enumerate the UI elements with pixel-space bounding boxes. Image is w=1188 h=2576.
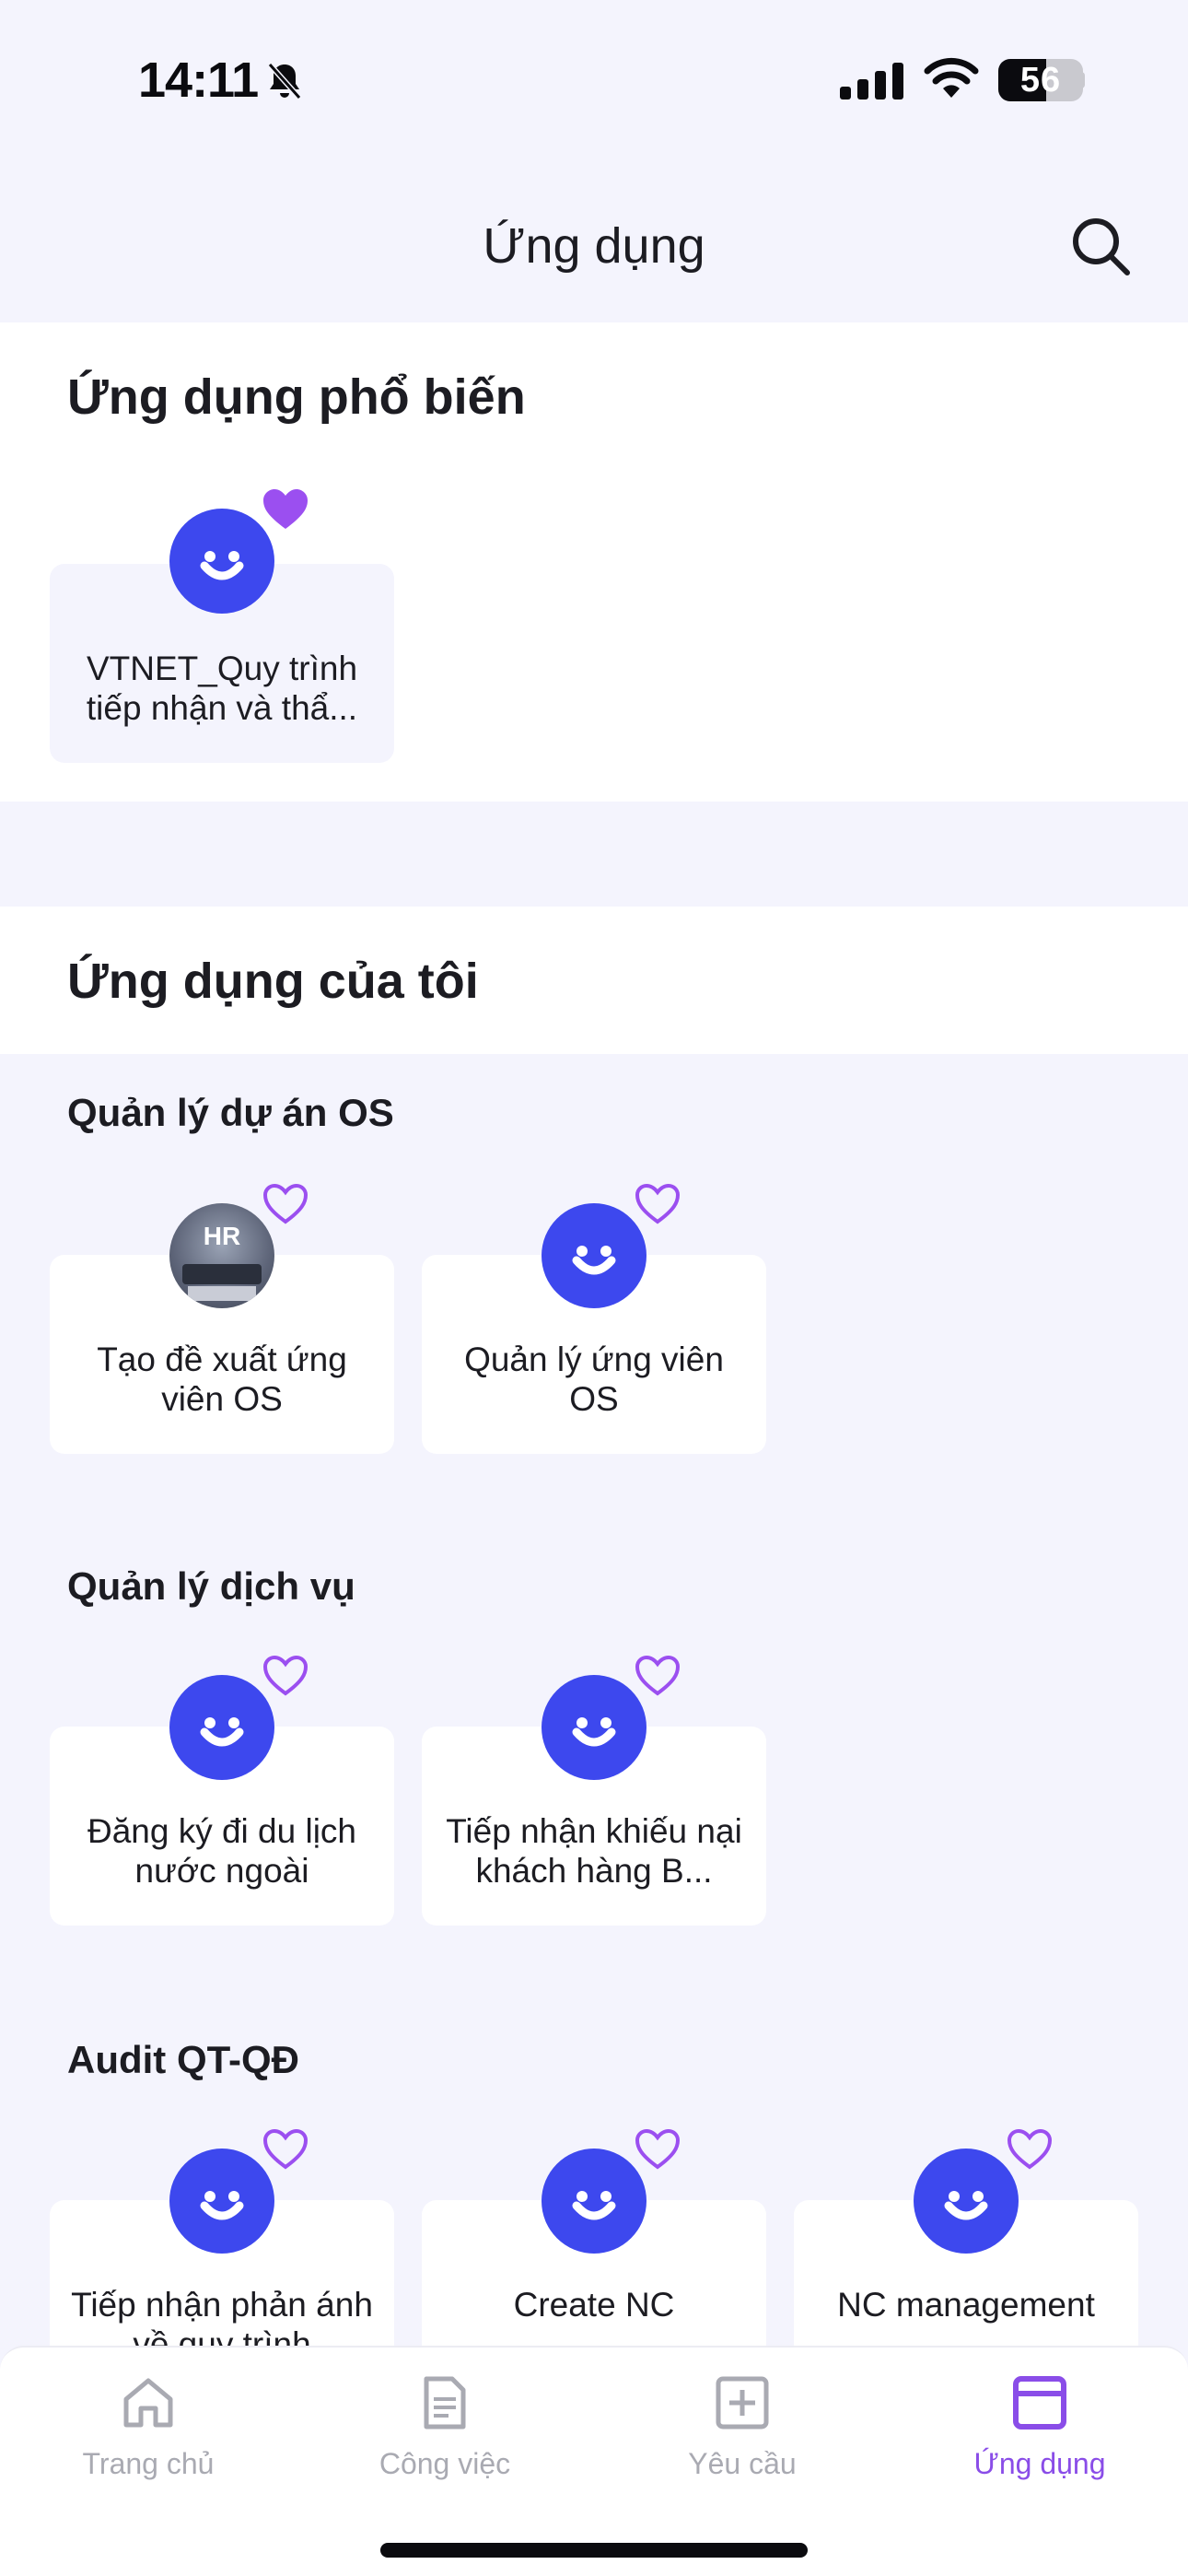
home-indicator — [380, 2543, 808, 2558]
smile-app-icon — [169, 2149, 274, 2254]
smile-app-icon — [914, 2149, 1019, 2254]
nav-label: Trang chủ — [82, 2447, 215, 2480]
app-group-quan-ly-dich-vu: Quản lý dịch vụ Đăng ký đi du lịch nước … — [0, 1528, 1188, 1973]
app-header: Ứng dụng — [0, 157, 1188, 322]
smile-app-icon — [542, 1203, 646, 1308]
app-group-quan-ly-du-an-os: Quản lý dự án OS Tạo đề xuất ứng viên OS… — [0, 1054, 1188, 1500]
group-title: Quản lý dự án OS — [67, 1091, 394, 1134]
nav-item-trang-chu[interactable]: Trang chủ — [0, 2348, 297, 2495]
favorite-heart-outline-icon[interactable] — [261, 1653, 310, 1699]
popular-apps-title: Ứng dụng phổ biến — [67, 369, 526, 425]
page-title: Ứng dụng — [483, 218, 705, 274]
app-tile-label: NC management — [837, 2286, 1095, 2324]
nav-label: Ứng dụng — [973, 2447, 1106, 2480]
app-window-icon — [1013, 2376, 1066, 2430]
wifi-icon — [924, 57, 979, 98]
bottom-nav: Trang chủ Công việc Yêu cầu Ứng dụng — [0, 2346, 1188, 2576]
my-apps-header: Ứng dụng của tôi — [0, 907, 1188, 1054]
app-tile-label: Tạo đề xuất ứng viên OS — [97, 1341, 347, 1418]
app-tile-label: Create NC — [513, 2286, 675, 2324]
nav-item-yeu-cau[interactable]: Yêu cầu — [594, 2348, 891, 2495]
smile-app-icon — [542, 1675, 646, 1780]
battery-icon: 56 — [998, 59, 1083, 101]
app-tile-label: Quản lý ứng viên OS — [464, 1341, 724, 1418]
nav-label: Công việc — [379, 2447, 511, 2480]
nav-item-ung-dung[interactable]: Ứng dụng — [891, 2348, 1188, 2495]
bell-slash-icon — [267, 63, 302, 100]
battery-level: 56 — [1019, 61, 1062, 100]
nav-label: Yêu cầu — [688, 2447, 797, 2480]
app-tile-label: Đăng ký đi du lịch nước ngoài — [87, 1812, 357, 1890]
search-icon[interactable] — [1068, 214, 1133, 278]
plus-square-icon — [716, 2376, 769, 2430]
favorite-heart-outline-icon[interactable] — [633, 1181, 682, 1227]
favorite-heart-outline-icon[interactable] — [261, 1181, 310, 1227]
nav-item-cong-viec[interactable]: Công việc — [297, 2348, 593, 2495]
app-tile-label: Tiếp nhận khiếu nại khách hàng B... — [446, 1812, 742, 1890]
group-title: Audit QT-QĐ — [67, 2038, 299, 2081]
status-bar: 14:11 56 — [0, 0, 1188, 157]
favorite-heart-filled-icon[interactable] — [261, 486, 310, 533]
favorite-heart-outline-icon[interactable] — [633, 1653, 682, 1699]
smile-app-icon — [169, 1675, 274, 1780]
popular-apps-section: Ứng dụng phổ biến VTNET_Quy trình tiếp n… — [0, 322, 1188, 802]
status-time: 14:11 — [138, 53, 259, 108]
home-icon — [123, 2378, 173, 2428]
app-group-audit-qt-qd: Audit QT-QĐ Tiếp nhận phản ánh về quy tr… — [0, 2001, 1188, 2399]
my-apps-title: Ứng dụng của tôi — [67, 954, 479, 1009]
favorite-heart-outline-icon[interactable] — [1005, 2126, 1054, 2172]
smile-app-icon — [169, 509, 274, 614]
cellular-signal-icon — [840, 63, 903, 100]
group-title: Quản lý dịch vụ — [67, 1564, 355, 1608]
favorite-heart-outline-icon[interactable] — [261, 2126, 310, 2172]
smile-app-icon — [542, 2149, 646, 2254]
app-tile-label: VTNET_Quy trình tiếp nhận và thẩ... — [86, 650, 358, 727]
favorite-heart-outline-icon[interactable] — [633, 2126, 682, 2172]
battery-cap — [1077, 72, 1085, 88]
document-icon — [424, 2376, 466, 2430]
hr-photo-icon: HR — [169, 1203, 274, 1308]
